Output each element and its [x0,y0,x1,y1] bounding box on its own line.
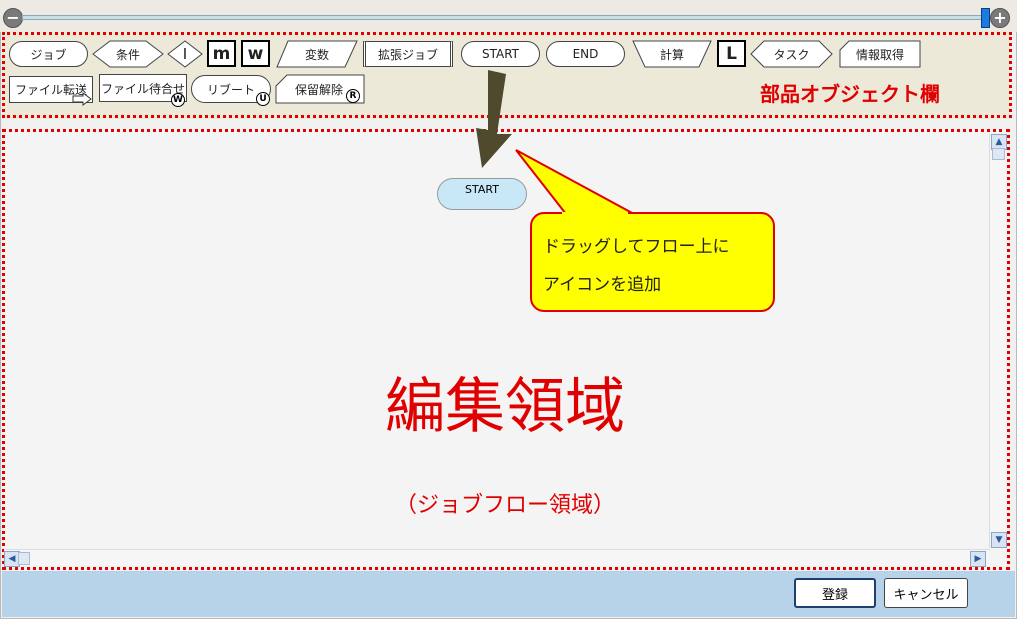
palette-calculation-label: 計算 [659,47,684,62]
palette-start[interactable]: START [461,41,540,67]
drag-down-arrow-icon [476,70,512,168]
zoom-slider-track[interactable] [22,15,986,20]
transfer-arrow-icon [72,92,92,106]
palette-annotation-label: 部品オブジェクト欄 [760,82,940,106]
callout-pointer-join [562,212,628,218]
palette-end[interactable]: END [546,41,625,67]
zoom-in-button[interactable]: + [990,8,1010,28]
palette-info-get-label: 情報取得 [855,47,904,62]
zoom-slider-thumb[interactable] [981,8,990,28]
scroll-right-icon[interactable]: ▶ [970,551,986,567]
zoom-bar: − + [0,0,1017,32]
edit-area-label: 編集領域 [385,372,625,442]
edit-area-sublabel: （ジョブフロー領域） [394,493,615,518]
drag-hint-callout [530,212,775,312]
palette-parallel-label: I [182,45,188,63]
palette-job[interactable]: ジョブ [9,41,88,67]
vertical-scrollbar[interactable]: ▲ ▼ [989,134,1007,548]
reboot-badge-icon: U [256,92,270,106]
callout-line-1: ドラッグしてフロー上に [543,237,730,257]
wait-badge-icon: W [171,93,185,107]
scroll-down-icon[interactable]: ▼ [991,532,1007,548]
palette-label[interactable]: L [717,40,746,67]
palette-loop-start[interactable]: m [207,40,236,67]
vertical-scroll-thumb[interactable] [992,148,1005,160]
zoom-out-button[interactable]: − [3,8,23,28]
callout-line-2: アイコンを追加 [543,275,662,295]
horizontal-scrollbar[interactable]: ◀ ▶ [4,549,990,567]
palette-task-label: タスク [773,47,810,62]
palette-loop-end[interactable]: w [241,40,270,67]
release-badge-icon: R [346,89,360,103]
palette-variable-label: 変数 [304,47,329,62]
palette-condition-label: 条件 [115,47,140,62]
register-button[interactable]: 登録 [794,578,876,608]
cancel-button[interactable]: キャンセル [884,578,968,608]
horizontal-scroll-thumb[interactable] [18,552,30,565]
palette-extended-job[interactable]: 拡張ジョブ [363,41,453,67]
